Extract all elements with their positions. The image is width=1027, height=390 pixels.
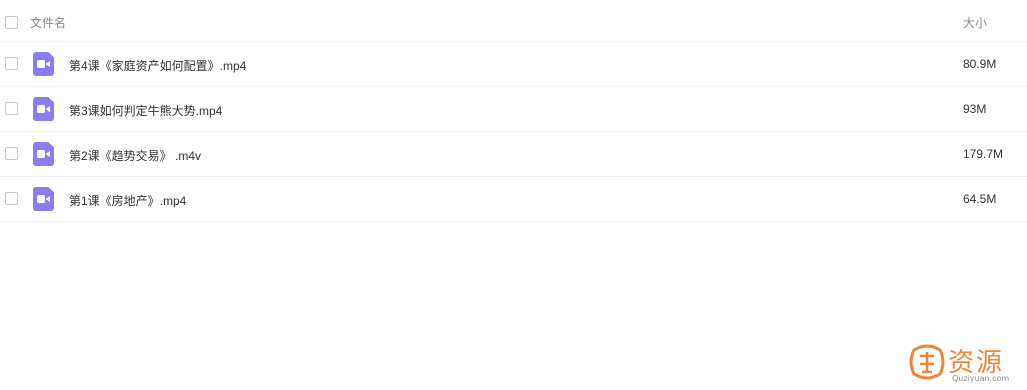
watermark: 资源 Quziyuan.com xyxy=(906,340,1024,386)
select-all-checkbox[interactable] xyxy=(5,16,18,29)
column-header-size[interactable]: 大小 xyxy=(963,14,987,31)
video-file-icon xyxy=(33,142,54,166)
video-file-icon xyxy=(33,97,54,121)
file-name[interactable]: 第4课《家庭资产如何配置》.mp4 xyxy=(69,57,246,74)
row-checkbox[interactable] xyxy=(5,102,18,115)
file-row[interactable]: 第2课《趋势交易》 .m4v 179.7M xyxy=(0,132,1027,177)
row-checkbox[interactable] xyxy=(5,192,18,205)
file-row[interactable]: 第3课如何判定牛熊大势.mp4 93M xyxy=(0,87,1027,132)
watermark-url: Quziyuan.com xyxy=(952,374,1010,383)
file-name[interactable]: 第2课《趋势交易》 .m4v xyxy=(69,147,201,164)
watermark-logo-icon xyxy=(909,344,945,380)
file-size: 64.5M xyxy=(963,192,997,206)
file-row[interactable]: 第1课《房地产》.mp4 64.5M xyxy=(0,177,1027,222)
row-checkbox[interactable] xyxy=(5,147,18,160)
video-file-icon xyxy=(33,52,54,76)
file-list-header: 文件名 大小 xyxy=(0,0,1027,42)
row-checkbox[interactable] xyxy=(5,57,18,70)
file-name[interactable]: 第1课《房地产》.mp4 xyxy=(69,192,186,209)
column-header-name[interactable]: 文件名 xyxy=(30,14,66,31)
file-size: 80.9M xyxy=(963,57,997,71)
file-size: 179.7M xyxy=(963,147,1004,161)
video-file-icon xyxy=(33,187,54,211)
file-name[interactable]: 第3课如何判定牛熊大势.mp4 xyxy=(69,102,222,119)
file-size: 93M xyxy=(963,102,987,116)
file-row[interactable]: 第4课《家庭资产如何配置》.mp4 80.9M xyxy=(0,42,1027,87)
